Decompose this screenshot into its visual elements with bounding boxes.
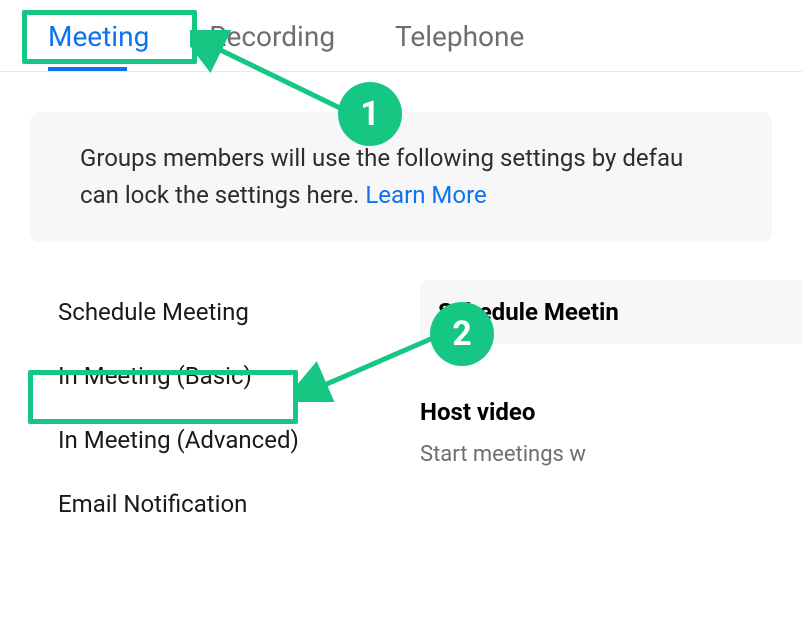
tab-telephone[interactable]: Telephone [395,20,524,71]
settings-main: Schedule Meetin Host video Start meeting… [420,280,802,536]
content-area: Schedule Meeting In Meeting (Basic) In M… [0,280,802,536]
settings-subnav: Schedule Meeting In Meeting (Basic) In M… [0,280,420,536]
subnav-schedule-meeting[interactable]: Schedule Meeting [50,280,420,344]
setting-host-video-title: Host video [420,398,802,426]
subnav-email-notification[interactable]: Email Notification [50,472,420,536]
section-heading-schedule: Schedule Meetin [420,280,802,344]
setting-host-video-desc: Start meetings w [420,442,802,467]
subnav-in-meeting-advanced[interactable]: In Meeting (Advanced) [50,408,420,472]
notice-text-line1: Groups members will use the following se… [80,144,683,172]
tabs-bar: Meeting Recording Telephone [0,0,802,72]
tab-meeting[interactable]: Meeting [48,20,149,71]
tab-recording[interactable]: Recording [209,20,335,71]
learn-more-link[interactable]: Learn More [365,181,486,209]
subnav-in-meeting-basic[interactable]: In Meeting (Basic) [50,344,420,408]
info-notice: Groups members will use the following se… [30,112,772,242]
notice-text-line2: can lock the settings here. [80,181,359,209]
